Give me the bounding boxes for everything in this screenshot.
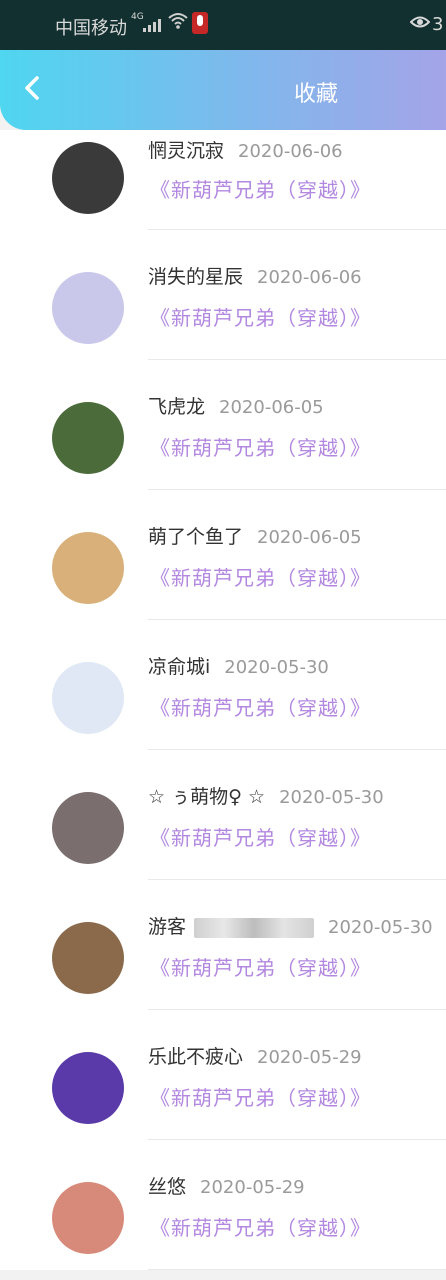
book-title[interactable]: 《新葫芦兄弟（穿越）》: [150, 174, 371, 203]
user-name: 消失的星辰: [148, 266, 244, 288]
eye-count: 3: [432, 14, 444, 35]
avatar[interactable]: [52, 272, 124, 344]
favorite-date: 2020-05-30: [328, 917, 433, 938]
book-title[interactable]: 《新葫芦兄弟（穿越）》: [150, 1212, 371, 1241]
list-item[interactable]: 萌了个鱼了 2020-06-05 《新葫芦兄弟（穿越）》: [0, 490, 446, 620]
avatar[interactable]: [52, 1182, 124, 1254]
book-title[interactable]: 《新葫芦兄弟（穿越）》: [150, 822, 371, 851]
favorite-date: 2020-05-29: [257, 1047, 362, 1068]
favorite-date: 2020-05-29: [200, 1177, 305, 1198]
list-item[interactable]: ☆ ぅ萌物♀ ☆ 2020-05-30 《新葫芦兄弟（穿越）》: [0, 750, 446, 880]
avatar[interactable]: [52, 532, 124, 604]
user-name: 丝悠: [148, 1176, 187, 1198]
microphone-icon: [192, 12, 208, 34]
favorite-date: 2020-06-06: [238, 141, 343, 162]
wifi-icon: [168, 12, 188, 34]
favorite-date: 2020-05-30: [224, 657, 329, 678]
list-item[interactable]: 凉俞城i 2020-05-30 《新葫芦兄弟（穿越）》: [0, 620, 446, 750]
avatar[interactable]: [52, 142, 124, 214]
signal-icon: [143, 16, 161, 32]
user-name: 凉俞城i: [148, 656, 211, 678]
user-name: 飞虎龙: [148, 396, 206, 418]
avatar[interactable]: [52, 1052, 124, 1124]
avatar[interactable]: [52, 922, 124, 994]
favorite-date: 2020-06-06: [257, 267, 362, 288]
eye-icon: [409, 14, 431, 35]
list-item[interactable]: 惘灵沉寂 2020-06-06 《新葫芦兄弟（穿越）》: [0, 130, 446, 230]
list-item[interactable]: 乐此不疲心 2020-05-29 《新葫芦兄弟（穿越）》: [0, 1010, 446, 1140]
list-item[interactable]: 飞虎龙 2020-06-05 《新葫芦兄弟（穿越）》: [0, 360, 446, 490]
avatar[interactable]: [52, 662, 124, 734]
network-type: 4G: [131, 12, 144, 22]
book-title[interactable]: 《新葫芦兄弟（穿越）》: [150, 432, 371, 461]
blurred-text: [194, 917, 315, 938]
favorite-date: 2020-05-30: [279, 787, 384, 808]
list-item[interactable]: 消失的星辰 2020-06-06 《新葫芦兄弟（穿越）》: [0, 230, 446, 360]
carrier-name: 中国移动: [55, 18, 127, 39]
book-title[interactable]: 《新葫芦兄弟（穿越）》: [150, 302, 371, 331]
book-title[interactable]: 《新葫芦兄弟（穿越）》: [150, 562, 371, 591]
header-bar: 收藏: [0, 50, 446, 130]
avatar[interactable]: [52, 402, 124, 474]
list-item[interactable]: 游客 2020-05-30 《新葫芦兄弟（穿越）》: [0, 880, 446, 1010]
user-name: 惘灵沉寂: [148, 140, 225, 162]
user-name: 乐此不疲心: [148, 1046, 244, 1068]
user-name: 萌了个鱼了: [148, 526, 244, 548]
book-title[interactable]: 《新葫芦兄弟（穿越）》: [150, 1082, 371, 1111]
book-title[interactable]: 《新葫芦兄弟（穿越）》: [150, 692, 371, 721]
user-name: ☆ ぅ萌物♀ ☆: [148, 786, 266, 808]
favorite-date: 2020-06-05: [219, 397, 324, 418]
list-item[interactable]: 丝悠 2020-05-29 《新葫芦兄弟（穿越）》: [0, 1140, 446, 1270]
page-title: 收藏: [294, 82, 339, 107]
favorites-list: 惘灵沉寂 2020-06-06 《新葫芦兄弟（穿越）》 消失的星辰 2020-06-06…: [0, 130, 446, 1270]
user-name: 游客: [148, 916, 187, 938]
avatar[interactable]: [52, 792, 124, 864]
book-title[interactable]: 《新葫芦兄弟（穿越）》: [150, 952, 371, 981]
status-bar: 中国移动 4G 3: [0, 0, 446, 50]
favorite-date: 2020-06-05: [257, 527, 362, 548]
